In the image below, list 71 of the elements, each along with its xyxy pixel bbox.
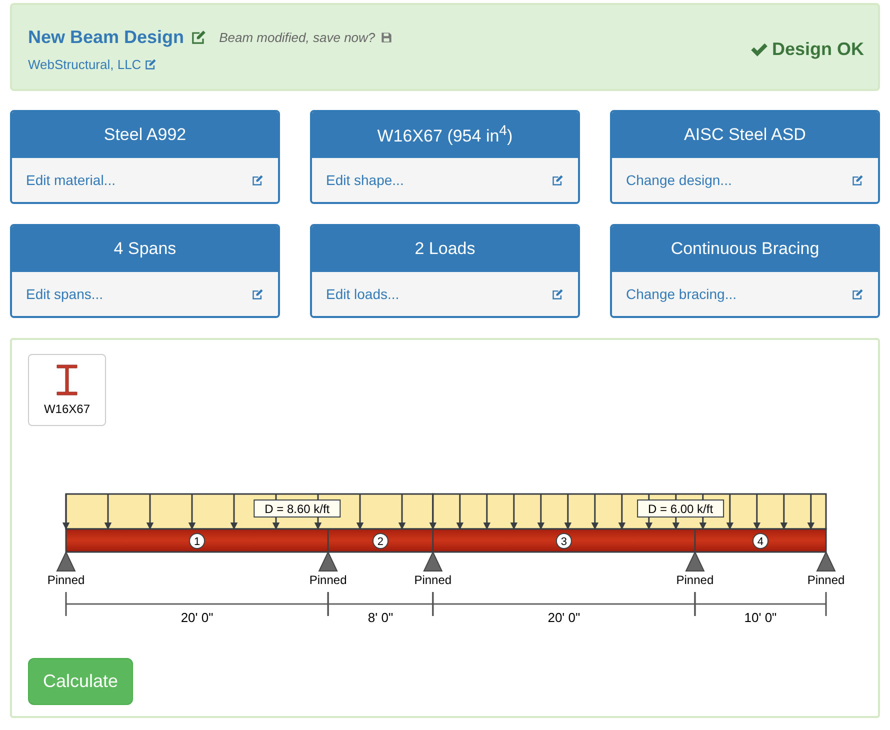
edit-icon[interactable]: [251, 288, 264, 300]
design-title-link[interactable]: New Beam Design: [28, 26, 184, 48]
support-label: Pinned: [414, 573, 452, 587]
dimension-label: 20' 0": [180, 610, 214, 625]
span-number: 1: [189, 533, 206, 549]
support-label: Pinned: [47, 573, 85, 587]
load-arrow: [429, 494, 437, 530]
load-arrow: [456, 494, 464, 530]
load-arrow: [146, 494, 154, 530]
load-arrow: [780, 494, 788, 530]
card-title: 2 Loads: [414, 239, 476, 259]
support-label: Pinned: [807, 573, 845, 587]
calculate-button[interactable]: Calculate: [28, 658, 134, 705]
span-joint-line: [432, 529, 434, 552]
support-label: Pinned: [676, 573, 714, 587]
card-title: Continuous Bracing: [670, 239, 820, 259]
span-number: 4: [752, 533, 768, 549]
support-label: Pinned: [309, 573, 347, 587]
save-icon[interactable]: [381, 32, 392, 42]
company-link[interactable]: WebStructural, LLC: [28, 56, 142, 72]
load-arrow: [618, 494, 626, 530]
load-arrow: [188, 494, 196, 530]
edit-icon[interactable]: [190, 28, 208, 46]
card-title: Steel A992: [104, 125, 186, 145]
load-arrow: [591, 494, 599, 530]
card-title: AISC Steel ASD: [684, 125, 806, 145]
load-arrow: [398, 494, 406, 530]
dimension-label: 20' 0": [548, 610, 580, 625]
design-status: Design OK: [772, 38, 864, 60]
pin-support-icon: [56, 550, 76, 572]
pin-support-icon: [816, 550, 836, 572]
card-link[interactable]: Edit loads...: [326, 286, 400, 302]
i-beam-icon: [56, 364, 78, 396]
span-joint-line: [694, 529, 696, 552]
load-label: D = 8.60 k/ft: [254, 500, 341, 518]
load-arrow: [807, 494, 815, 530]
shape-thumbnail[interactable]: W16X67: [28, 354, 106, 426]
load-arrow: [483, 494, 491, 530]
edit-icon[interactable]: [551, 288, 564, 300]
load-arrow: [510, 494, 518, 530]
edit-icon[interactable]: [144, 58, 158, 70]
shape-label: W16X67: [44, 402, 90, 416]
load-arrow: [537, 494, 545, 530]
edit-icon[interactable]: [251, 174, 264, 186]
span-number: 2: [372, 533, 388, 549]
load-arrow: [62, 494, 70, 530]
load-arrow: [230, 494, 238, 530]
edit-icon[interactable]: [851, 174, 864, 186]
load-arrow: [356, 494, 364, 530]
pin-support-icon: [685, 550, 705, 572]
card-link[interactable]: Edit shape...: [326, 172, 404, 188]
edit-icon[interactable]: [851, 288, 864, 300]
card-title: 4 Spans: [114, 239, 176, 259]
status-note: Beam modified, save now?: [219, 30, 376, 44]
card-link[interactable]: Change bracing...: [626, 286, 737, 302]
span-number: 3: [556, 533, 572, 549]
pin-support-icon: [423, 550, 443, 572]
load-arrow: [753, 494, 761, 530]
load-arrow: [104, 494, 112, 530]
span-joint-line: [327, 529, 329, 552]
dimension-label: 8' 0": [368, 610, 394, 625]
edit-icon[interactable]: [551, 174, 564, 186]
card-title: W16X67 (954 in$^{4}$): [377, 123, 513, 147]
card-link[interactable]: Change design...: [626, 172, 732, 188]
dimension-label: 10' 0": [744, 610, 777, 625]
card-link[interactable]: Edit spans...: [26, 286, 104, 302]
load-label: D = 6.00 k/ft: [637, 500, 724, 518]
load-arrow: [726, 494, 734, 530]
card-link[interactable]: Edit material...: [26, 172, 116, 188]
load-arrow: [564, 494, 572, 530]
pin-support-icon: [318, 550, 338, 572]
